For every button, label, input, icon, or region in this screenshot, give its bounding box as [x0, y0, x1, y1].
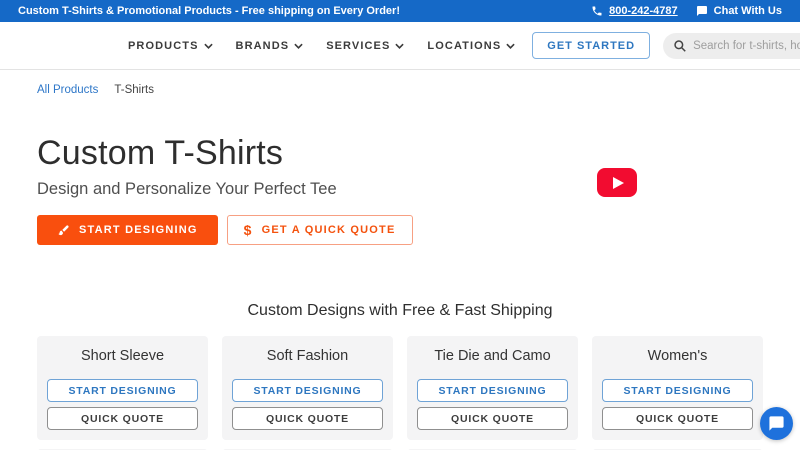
- nav-brands-label: BRANDS: [235, 39, 290, 52]
- nav-item-locations[interactable]: LOCATIONS: [427, 40, 515, 52]
- card-quick-quote-button[interactable]: QUICK QUOTE: [417, 407, 568, 430]
- category-card-grid: Short Sleeve START DESIGNING QUICK QUOTE…: [37, 336, 763, 450]
- paint-brush-icon: [58, 224, 69, 235]
- card-start-designing-button[interactable]: START DESIGNING: [602, 379, 753, 402]
- section-heading: Custom Designs with Free & Fast Shipping: [247, 302, 553, 319]
- nav-item-products[interactable]: PRODUCTS: [128, 40, 213, 52]
- category-card-short-sleeve: Short Sleeve START DESIGNING QUICK QUOTE: [37, 336, 208, 440]
- breadcrumb-all-products[interactable]: All Products: [37, 84, 98, 96]
- hero-section: Custom T-Shirts Design and Personalize Y…: [0, 96, 800, 245]
- nav-products-label: PRODUCTS: [128, 39, 199, 52]
- card-title: Soft Fashion: [266, 348, 349, 364]
- chevron-down-icon: [395, 43, 405, 49]
- breadcrumb: All Products T-Shirts: [0, 70, 800, 96]
- card-start-designing-button[interactable]: START DESIGNING: [47, 379, 198, 402]
- start-designing-button[interactable]: START DESIGNING: [37, 215, 218, 245]
- nav-services-label: SERVICES: [326, 39, 391, 52]
- chat-widget-button[interactable]: [760, 407, 793, 440]
- nav-locations-label: LOCATIONS: [427, 39, 502, 52]
- phone-link[interactable]: 800-242-4787: [591, 5, 678, 17]
- phone-icon: [592, 6, 602, 16]
- nav-item-services[interactable]: SERVICES: [326, 39, 405, 52]
- get-started-button[interactable]: GET STARTED: [532, 32, 651, 59]
- category-card-soft-fashion: Soft Fashion START DESIGNING QUICK QUOTE: [222, 336, 393, 440]
- search-icon: [674, 39, 686, 52]
- chat-bubble-icon: [696, 6, 707, 16]
- start-designing-label: START DESIGNING: [79, 224, 198, 236]
- main-header: PRODUCTS BRANDS SERVICES LOCATIONS GET S…: [0, 22, 800, 70]
- category-card-tie-die-camo: Tie Die and Camo START DESIGNING QUICK Q…: [407, 336, 578, 440]
- chevron-down-icon: [203, 43, 213, 49]
- quick-quote-button[interactable]: $ GET A QUICK QUOTE: [226, 215, 413, 245]
- breadcrumb-current: T-Shirts: [114, 84, 154, 96]
- chat-with-us-label: Chat With Us: [713, 5, 782, 17]
- card-title: Short Sleeve: [80, 348, 165, 364]
- chevron-down-icon: [294, 43, 303, 49]
- card-title: Tie Die and Camo: [434, 348, 551, 364]
- promo-bar: Custom T-Shirts & Promotional Products -…: [0, 0, 800, 22]
- card-start-designing-button[interactable]: START DESIGNING: [232, 379, 383, 402]
- main-nav: PRODUCTS BRANDS SERVICES LOCATIONS: [128, 40, 515, 52]
- search-input[interactable]: [693, 39, 800, 52]
- dollar-icon: $: [243, 222, 253, 238]
- category-card-womens: Women's START DESIGNING QUICK QUOTE: [592, 336, 763, 440]
- chevron-down-icon: [506, 43, 515, 49]
- promo-text: Custom T-Shirts & Promotional Products -…: [18, 5, 400, 17]
- card-quick-quote-button[interactable]: QUICK QUOTE: [602, 407, 753, 430]
- search-bar[interactable]: [663, 32, 800, 59]
- hero-subtitle: Design and Personalize Your Perfect Tee: [37, 180, 337, 198]
- nav-item-brands[interactable]: BRANDS: [236, 40, 304, 52]
- youtube-play-button[interactable]: [597, 168, 637, 197]
- page-title: Custom T-Shirts: [37, 134, 284, 172]
- card-quick-quote-button[interactable]: QUICK QUOTE: [232, 407, 383, 430]
- play-icon: [613, 176, 624, 189]
- card-title: Women's: [647, 348, 708, 364]
- chat-bubble-icon: [769, 416, 784, 431]
- card-quick-quote-button[interactable]: QUICK QUOTE: [47, 407, 198, 430]
- chat-with-us-link[interactable]: Chat With Us: [696, 5, 782, 17]
- card-start-designing-button[interactable]: START DESIGNING: [417, 379, 568, 402]
- quick-quote-label: GET A QUICK QUOTE: [261, 224, 396, 236]
- phone-number: 800-242-4787: [609, 5, 678, 17]
